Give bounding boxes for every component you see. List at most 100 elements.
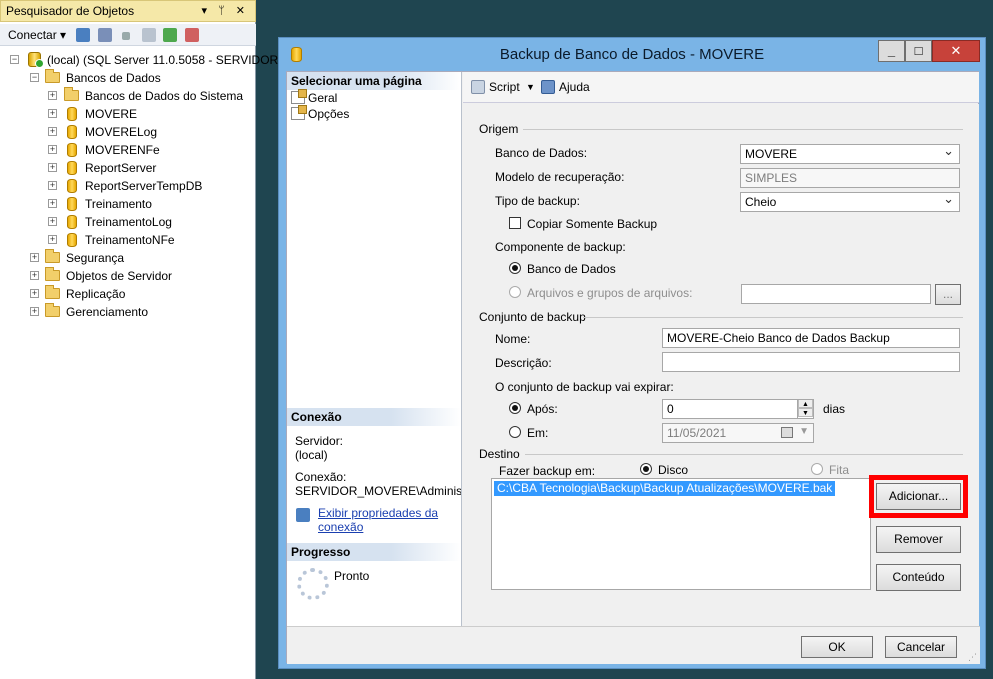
activity-monitor-icon[interactable] xyxy=(185,28,199,42)
expand-icon[interactable]: + xyxy=(48,127,57,136)
tree-node-database[interactable]: + Treinamento xyxy=(48,195,228,213)
expand-icon[interactable]: + xyxy=(48,199,57,208)
backup-name-input[interactable]: MOVERE-Cheio Banco de Dados Backup xyxy=(662,328,960,348)
disconnect-icon[interactable] xyxy=(98,28,112,42)
description-input[interactable] xyxy=(662,352,960,372)
page-options[interactable]: Opções xyxy=(291,105,349,122)
tree-label: Bancos de Dados do Sistema xyxy=(85,89,244,103)
stop-icon[interactable] xyxy=(122,32,130,40)
expand-icon[interactable]: + xyxy=(30,253,39,262)
ok-button[interactable]: OK xyxy=(801,636,873,658)
tree-node-database[interactable]: + MOVERENFe xyxy=(48,141,228,159)
database-icon xyxy=(67,107,77,121)
script-button[interactable]: Script xyxy=(489,80,520,94)
tree-label: TreinamentoNFe xyxy=(85,233,175,247)
expand-icon[interactable]: + xyxy=(48,217,57,226)
tree-node-server[interactable]: − (local) (SQL Server 11.0.5058 - SERVID… xyxy=(10,51,278,69)
days-spinner[interactable]: ▲ ▼ xyxy=(797,400,813,418)
connect-db-icon[interactable] xyxy=(76,28,90,42)
general-page-content: Origem Banco de Dados: MOVERE Modelo de … xyxy=(463,104,979,626)
database-icon xyxy=(67,197,77,211)
section-source: Origem xyxy=(479,122,519,136)
tree-node-system-databases[interactable]: + Bancos de Dados do Sistema xyxy=(48,87,248,105)
filter-icon[interactable] xyxy=(142,28,156,42)
database-icon xyxy=(67,179,77,193)
script-dropdown-icon[interactable]: ▼ xyxy=(526,82,535,92)
remove-destination-button[interactable]: Remover xyxy=(876,526,961,553)
collapse-icon[interactable]: − xyxy=(10,55,19,64)
expand-icon[interactable]: + xyxy=(48,181,57,190)
contents-button[interactable]: Conteúdo xyxy=(876,564,961,591)
expand-icon[interactable]: + xyxy=(48,109,57,118)
spin-up-icon[interactable]: ▲ xyxy=(798,400,813,408)
expand-icon[interactable]: + xyxy=(48,145,57,154)
folder-icon xyxy=(45,249,60,263)
backup-component-label: Componente de backup: xyxy=(495,240,626,254)
disk-radio[interactable] xyxy=(640,463,652,475)
expire-on-label: Em: xyxy=(527,426,549,440)
progress-status: Pronto xyxy=(334,569,370,583)
tree-node-database[interactable]: + ReportServer xyxy=(48,159,228,177)
refresh-icon[interactable] xyxy=(163,28,177,42)
spin-down-icon[interactable]: ▼ xyxy=(798,408,813,417)
calendar-icon[interactable] xyxy=(781,427,793,438)
copy-only-checkbox[interactable] xyxy=(509,217,521,229)
maximize-button[interactable]: □ xyxy=(905,40,932,62)
page-icon xyxy=(291,89,307,104)
tree-node-folder[interactable]: + Replicação xyxy=(30,285,230,303)
component-files-radio[interactable] xyxy=(509,286,521,298)
tree-label: ReportServerTempDB xyxy=(85,179,203,193)
tape-radio[interactable] xyxy=(811,463,823,475)
tree-label: TreinamentoLog xyxy=(85,215,172,229)
collapse-icon[interactable]: − xyxy=(30,73,39,82)
server-value: (local) xyxy=(295,448,328,462)
expand-icon[interactable]: + xyxy=(48,91,57,100)
expire-after-radio[interactable] xyxy=(509,402,521,414)
destination-listbox[interactable]: C:\CBA Tecnologia\Backup\Backup Atualiza… xyxy=(491,478,871,590)
properties-icon xyxy=(296,508,310,522)
expand-icon[interactable]: + xyxy=(30,271,39,280)
expand-icon[interactable]: + xyxy=(30,307,39,316)
expire-date-picker[interactable]: 11/05/2021 ▼ xyxy=(662,423,814,443)
files-field[interactable] xyxy=(741,284,931,304)
tree-label: Segurança xyxy=(66,251,125,265)
tree-node-database[interactable]: + TreinamentoLog xyxy=(48,213,228,231)
tree-node-databases[interactable]: − Bancos de Dados xyxy=(30,69,250,87)
panel-controls-icon[interactable]: ▾ ᛘ ✕ xyxy=(202,1,249,21)
view-connection-properties-link[interactable]: Exibir propriedades da conexão xyxy=(318,506,438,534)
server-label: Servidor: xyxy=(295,434,344,448)
tree-label: MOVERENFe xyxy=(85,143,160,157)
minimize-button[interactable]: _ xyxy=(878,40,905,62)
cancel-button[interactable]: Cancelar xyxy=(885,636,957,658)
tree-node-database[interactable]: + MOVERE xyxy=(48,105,228,123)
page-general[interactable]: Geral xyxy=(291,89,337,106)
connect-button[interactable]: Conectar ▾ xyxy=(8,28,66,42)
progress-header: Progresso xyxy=(287,543,461,561)
database-icon xyxy=(67,161,77,175)
component-database-radio[interactable] xyxy=(509,262,521,274)
tree-node-database[interactable]: + MOVERELog xyxy=(48,123,228,141)
divider xyxy=(525,454,963,455)
tree-node-folder[interactable]: + Segurança xyxy=(30,249,230,267)
expire-on-radio[interactable] xyxy=(509,426,521,438)
help-button[interactable]: Ajuda xyxy=(559,80,590,94)
expire-days-input[interactable]: 0 ▲ ▼ xyxy=(662,399,814,419)
browse-files-button[interactable]: ... xyxy=(935,284,961,305)
dialog-title: Backup de Banco de Dados - MOVERE xyxy=(499,46,765,63)
database-dropdown[interactable]: MOVERE xyxy=(740,144,960,164)
tree-node-database[interactable]: + TreinamentoNFe xyxy=(48,231,228,249)
connection-value: SERVIDOR_MOVERE\Administra xyxy=(295,484,461,498)
chevron-down-icon[interactable]: ▼ xyxy=(799,424,809,441)
close-button[interactable]: ✕ xyxy=(932,40,980,62)
tree-node-folder[interactable]: + Gerenciamento xyxy=(30,303,230,321)
tree-node-folder[interactable]: + Objetos de Servidor xyxy=(30,267,230,285)
expand-icon[interactable]: + xyxy=(48,235,57,244)
folder-icon xyxy=(45,69,60,83)
tree-node-database[interactable]: + ReportServerTempDB xyxy=(48,177,228,195)
expand-icon[interactable]: + xyxy=(30,289,39,298)
backup-type-dropdown[interactable]: Cheio xyxy=(740,192,960,212)
resize-grip-icon[interactable]: ⋰ xyxy=(968,652,977,663)
expand-icon[interactable]: + xyxy=(48,163,57,172)
destination-list-item[interactable]: C:\CBA Tecnologia\Backup\Backup Atualiza… xyxy=(494,481,836,496)
days-label: dias xyxy=(823,402,846,416)
